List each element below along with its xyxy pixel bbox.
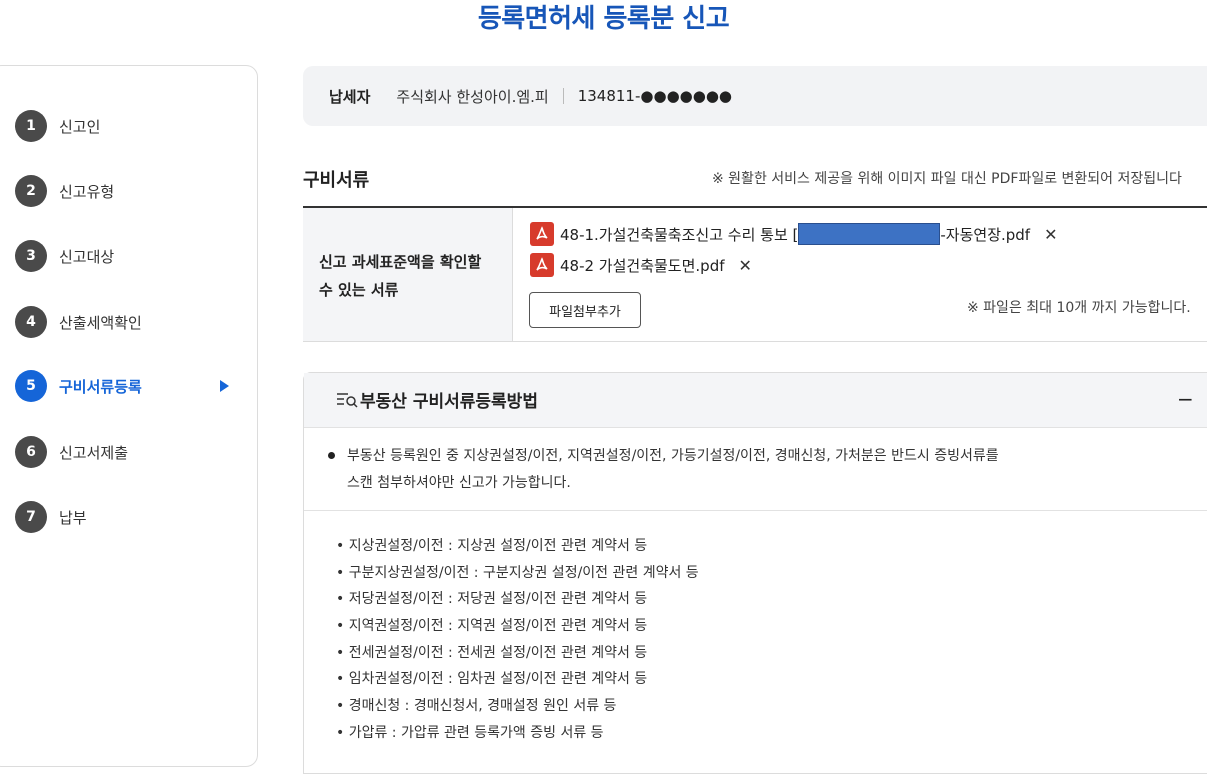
redacted-block [798,223,941,245]
list-item: • 전세권설정/이전 : 전세권 설정/이전 관련 계약서 등 [336,644,648,661]
guide-notice: 부동산 등록원인 중 지상권설정/이전, 지역권설정/이전, 가등기설정/이전,… [328,443,1068,497]
step-5-current[interactable]: 5 구비서류등록 [15,368,235,404]
guide-header[interactable]: 부동산 구비서류등록방법 − [304,373,1207,428]
documents-section-title: 구비서류 [303,170,370,191]
step-label: 납부 [59,508,87,527]
collapse-icon[interactable]: − [1177,387,1194,411]
step-number: 6 [15,436,47,468]
list-item: • 가압류 : 가압류 관련 등록가액 증빙 서류 등 [336,724,604,741]
required-documents-list: • 지상권설정/이전 : 지상권 설정/이전 관련 계약서 등 • 구분지상권설… [336,533,699,747]
taxpayer-label: 납세자 [329,87,371,106]
file-name-suffix[interactable]: -자동연장.pdf [940,224,1030,245]
list-item: • 경매신청 : 경매신청서, 경매설정 원인 서류 등 [336,698,617,715]
list-item: • 임차권설정/이전 : 임차권 설정/이전 관련 계약서 등 [336,671,648,688]
step-label: 신고인 [59,117,101,136]
list-item: • 저당권설정/이전 : 저당권 설정/이전 관련 계약서 등 [336,591,648,608]
step-number: 2 [15,175,47,207]
guide-title: 부동산 구비서류등록방법 [360,392,538,412]
triangle-right-icon [220,380,229,392]
divider [562,88,564,104]
guide-notice-line-2: 스캔 첨부하셔야만 신고가 가능합니다. [347,475,571,491]
remove-file-1-icon[interactable]: ✕ [1044,225,1057,244]
step-3[interactable]: 3 신고대상 [15,238,235,274]
step-label: 구비서류등록 [59,377,142,396]
step-number: 7 [15,501,47,533]
guide-list-icon [336,392,358,412]
step-1[interactable]: 1 신고인 [15,108,235,144]
step-label: 신고대상 [59,247,115,266]
divider [304,510,1207,511]
taxpayer-info: 납세자 주식회사 한성아이.엠.피 134811-●●●●●●● [303,66,1207,126]
page-title: 등록면허세 등록분 신고 [477,4,730,34]
documents-table: 신고 과세표준액을 확인할 수 있는 서류 48-1.가설건축물축조신고 수리 … [303,206,1207,342]
step-2[interactable]: 2 신고유형 [15,173,235,209]
step-number: 5 [15,370,47,402]
list-item: • 지상권설정/이전 : 지상권 설정/이전 관련 계약서 등 [336,538,648,554]
documents-notice: ※ 원활한 서비스 제공을 위해 이미지 파일 대신 PDF파일로 변환되어 저… [712,171,1182,187]
taxpayer-name: 주식회사 한성아이.엠.피 [396,87,549,106]
bullet-icon [328,452,335,459]
documents-row-header-text: 신고 과세표준액을 확인할 수 있는 서류 [319,253,482,299]
pdf-file-icon [530,253,554,277]
attached-file-2: 48-2 가설건축물도면.pdf ✕ [530,253,752,277]
list-item: • 구분지상권설정/이전 : 구분지상권 설정/이전 관련 계약서 등 [336,564,699,581]
list-item: • 지역권설정/이전 : 지역권 설정/이전 관련 계약서 등 [336,618,648,635]
step-number: 4 [15,306,47,338]
step-7[interactable]: 7 납부 [15,499,235,535]
attachment-limit-note: ※ 파일은 최대 10개 까지 가능합니다. [967,300,1191,316]
remove-file-2-icon[interactable]: ✕ [739,256,752,275]
step-sidebar: 1 신고인 2 신고유형 3 신고대상 4 산출세액확인 5 구비서류등록 6 … [0,65,258,767]
step-number: 1 [15,110,47,142]
taxpayer-reg-no: 134811-●●●●●●● [577,87,733,105]
guide-notice-line-1: 부동산 등록원인 중 지상권설정/이전, 지역권설정/이전, 가등기설정/이전,… [347,448,999,464]
pdf-file-icon [530,222,554,246]
step-label: 신고서제출 [59,443,129,462]
guide-accordion: 부동산 구비서류등록방법 − 부동산 등록원인 중 지상권설정/이전, 지역권설… [303,372,1207,774]
step-4[interactable]: 4 산출세액확인 [15,304,235,340]
documents-row-header: 신고 과세표준액을 확인할 수 있는 서류 [303,208,513,341]
step-label: 산출세액확인 [59,313,142,332]
step-label: 신고유형 [59,182,115,201]
add-attachment-button[interactable]: 파일첨부추가 [529,292,641,328]
step-number: 3 [15,240,47,272]
file-name[interactable]: 48-2 가설건축물도면.pdf [560,255,725,276]
file-name-prefix[interactable]: 48-1.가설건축물축조신고 수리 통보 [ [560,224,798,245]
step-6[interactable]: 6 신고서제출 [15,434,235,470]
attached-file-1: 48-1.가설건축물축조신고 수리 통보 [ -자동연장.pdf ✕ [530,222,1058,246]
